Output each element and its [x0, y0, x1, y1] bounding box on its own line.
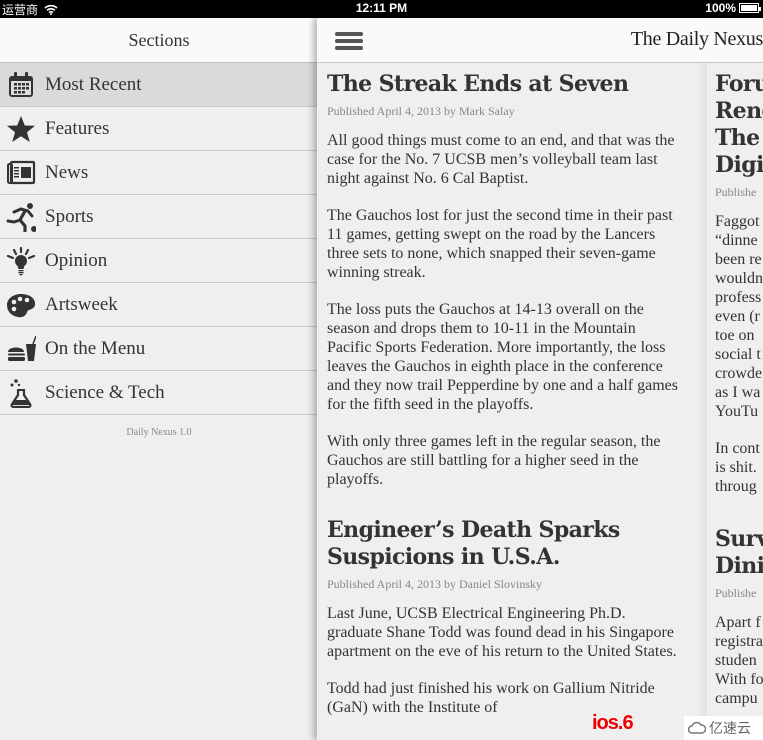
article-card[interactable]: The Streak Ends at Seven Published April… — [327, 71, 682, 489]
app-version: Daily Nexus 1.0 — [126, 427, 192, 438]
status-bar: 运营商 12:11 PM 100% — [0, 0, 763, 18]
article-feed: The Daily Nexus The Streak Ends at Seven… — [317, 18, 763, 740]
article-paragraph: The loss puts the Gauchos at 14-13 overa… — [327, 301, 678, 413]
article-title[interactable]: Foru Rend The Digi — [715, 71, 763, 179]
sidebar-item-sports[interactable]: Sports — [0, 195, 318, 239]
article-column-1: The Streak Ends at Seven Published April… — [327, 63, 682, 717]
article-title[interactable]: Engineer’s Death Sparks Suspicions in U.… — [327, 517, 682, 571]
article-paragraph: In cont is shit. throug — [715, 440, 760, 495]
sidebar-item-label: On the Menu — [45, 337, 146, 359]
sidebar-item-science-tech[interactable]: Science & Tech — [0, 371, 318, 415]
battery-icon — [739, 3, 761, 13]
sidebar-item-features[interactable]: Features — [0, 107, 318, 151]
sidebar-item-label: Artsweek — [45, 293, 118, 315]
article-byline: Publishe — [715, 185, 757, 199]
lightbulb-icon — [2, 239, 40, 283]
sections-sidebar: Sections Most Recent Features News Sport… — [0, 18, 318, 740]
runner-icon — [2, 195, 40, 239]
article-card[interactable]: Foru Rend The Digi Publishe Faggot “dinn… — [715, 71, 763, 496]
article-paragraph: All good things must come to an end, and… — [327, 132, 675, 187]
sidebar-item-on-the-menu[interactable]: On the Menu — [0, 327, 318, 371]
star-icon — [2, 107, 40, 151]
article-card[interactable]: Engineer’s Death Sparks Suspicions in U.… — [327, 517, 682, 717]
sidebar-item-label: Science & Tech — [45, 381, 165, 403]
article-title[interactable]: Surv Dini — [715, 526, 763, 580]
calendar-icon — [2, 63, 40, 107]
watermark: ios.6 亿速云 — [592, 712, 763, 740]
sidebar-item-artsweek[interactable]: Artsweek — [0, 283, 318, 327]
article-byline: Published April 4, 2013 by Mark Salay — [327, 104, 515, 118]
sidebar-item-opinion[interactable]: Opinion — [0, 239, 318, 283]
watermark-brand-text: 亿速云 — [709, 721, 751, 737]
article-paragraph: Faggot “dinne been re wouldn profess eve… — [715, 213, 763, 420]
sidebar-item-label: Opinion — [45, 249, 108, 271]
article-card[interactable]: Surv Dini Publishe Apart f registra stud… — [715, 526, 763, 708]
sidebar-item-label: Sports — [45, 205, 94, 227]
article-paragraph: With only three games left in the regula… — [327, 433, 661, 488]
sidebar-item-news[interactable]: News — [0, 151, 318, 195]
flask-icon — [2, 371, 40, 415]
newspaper-icon — [2, 151, 40, 195]
column-divider — [697, 63, 707, 740]
article-byline: Publishe — [715, 586, 757, 600]
hamburger-icon[interactable] — [335, 32, 363, 50]
clock: 12:11 PM — [355, 1, 408, 15]
sidebar-item-label: Features — [45, 117, 110, 139]
article-column-2: Foru Rend The Digi Publishe Faggot “dinn… — [715, 63, 763, 708]
article-byline: Published April 4, 2013 by Daniel Slovin… — [327, 577, 543, 591]
watermark-red-text: ios.6 — [592, 712, 634, 734]
sidebar-title: Sections — [0, 18, 318, 63]
battery-percent: 100% — [705, 1, 736, 15]
watermark-brand: 亿速云 — [684, 716, 763, 740]
sidebar-item-label: Most Recent — [45, 73, 142, 95]
article-paragraph: The Gauchos lost for just the second tim… — [327, 207, 673, 281]
burger-drink-icon — [2, 327, 40, 371]
sidebar-item-label: News — [45, 161, 89, 183]
palette-icon — [2, 283, 40, 327]
sidebar-item-most-recent[interactable]: Most Recent — [0, 63, 318, 107]
cloud-icon — [688, 721, 706, 734]
app-title: The Daily Nexus — [630, 28, 763, 50]
main-header: The Daily Nexus — [317, 18, 763, 63]
article-paragraph: Last June, UCSB Electrical Engineering P… — [327, 605, 677, 660]
article-paragraph: Apart f registra studen With fo campu — [715, 614, 763, 707]
battery: 100% — [705, 1, 761, 15]
article-title[interactable]: The Streak Ends at Seven — [327, 71, 682, 98]
